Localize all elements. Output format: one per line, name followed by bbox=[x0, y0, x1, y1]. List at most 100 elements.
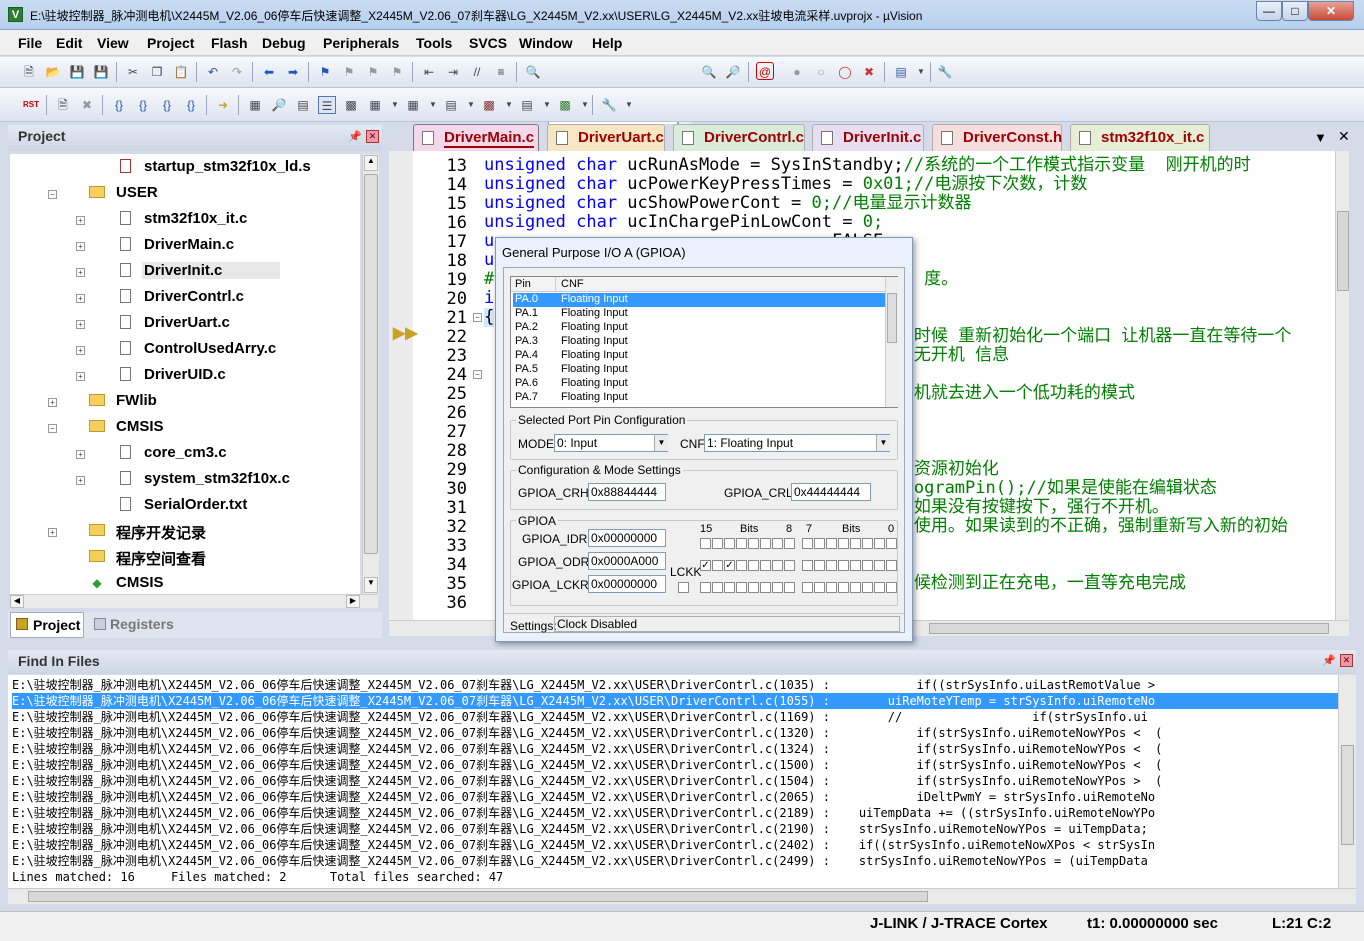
tree-item[interactable]: stm32f10x_it.c bbox=[144, 210, 247, 227]
analysis-dropdown-icon[interactable]: ▼ bbox=[500, 96, 518, 114]
step-over-icon[interactable]: {} bbox=[134, 96, 152, 114]
menu-help[interactable]: Help bbox=[592, 35, 622, 51]
tree-item[interactable]: ControlUsedArry.c bbox=[144, 340, 276, 357]
scroll-left-arrow[interactable]: ◀ bbox=[10, 595, 24, 608]
bit-checkbox[interactable] bbox=[736, 582, 747, 593]
trace-icon[interactable]: ▤ bbox=[518, 96, 536, 114]
bit-checkbox[interactable] bbox=[784, 582, 795, 593]
editor-vscrollbar[interactable] bbox=[1335, 151, 1349, 621]
crh-field[interactable]: 0x88844444 bbox=[588, 483, 666, 501]
project-hscrollbar[interactable]: ◀ ▶ bbox=[10, 594, 378, 608]
memory-icon[interactable]: ▦ bbox=[404, 96, 422, 114]
disassembly-icon[interactable]: 🔎 bbox=[270, 96, 288, 114]
editor-hscroll-thumb[interactable] bbox=[929, 623, 1329, 634]
project-tree-scrollbar[interactable]: ▲ ▼ bbox=[362, 154, 379, 596]
tree-expander-icon[interactable]: + bbox=[76, 242, 85, 251]
tree-item[interactable]: DriverUID.c bbox=[144, 366, 226, 383]
find-pin-icon[interactable]: 📌 bbox=[1322, 654, 1336, 667]
disable-all-breakpoints-icon[interactable]: ◯ bbox=[836, 63, 854, 81]
tree-item[interactable]: system_stm32f10x.c bbox=[144, 470, 290, 487]
watch-dropdown-icon[interactable]: ▼ bbox=[386, 96, 404, 114]
bit-checkbox[interactable] bbox=[736, 538, 747, 549]
pin-list-scrollbar[interactable] bbox=[885, 277, 898, 407]
menu-file[interactable]: File bbox=[18, 35, 42, 51]
menu-tools[interactable]: Tools bbox=[416, 35, 452, 51]
bit-checkbox[interactable]: ✓ bbox=[700, 560, 711, 571]
menu-window[interactable]: Window bbox=[519, 35, 573, 51]
bit-checkbox[interactable] bbox=[862, 582, 873, 593]
idr-field[interactable]: 0x00000000 bbox=[588, 529, 666, 547]
tree-expander-icon[interactable]: + bbox=[76, 320, 85, 329]
bit-checkbox[interactable]: ✓ bbox=[724, 560, 735, 571]
bit-checkbox[interactable] bbox=[886, 538, 897, 549]
pin-column-header[interactable]: Pin bbox=[515, 278, 531, 290]
memory-dropdown-icon[interactable]: ▼ bbox=[424, 96, 442, 114]
clear-bookmarks-icon[interactable]: ⚑ bbox=[388, 63, 406, 81]
find-result-row[interactable]: E:\驻坡控制器_脉冲测电机\X2445M_V2.06_06停车后快速调整_X2… bbox=[12, 709, 1338, 725]
registers-icon[interactable]: ☰ bbox=[318, 96, 336, 114]
bit-checkbox[interactable] bbox=[862, 538, 873, 549]
bit-checkbox[interactable] bbox=[850, 538, 861, 549]
step-out-icon[interactable]: {} bbox=[158, 96, 176, 114]
scroll-right-arrow[interactable]: ▶ bbox=[346, 595, 360, 608]
bit-checkbox[interactable] bbox=[886, 560, 897, 571]
pin-row[interactable]: PA.6 Floating Input bbox=[513, 377, 885, 391]
find-result-row[interactable]: E:\驻坡控制器_脉冲测电机\X2445M_V2.06_06停车后快速调整_X2… bbox=[12, 741, 1338, 757]
bit-checkbox[interactable] bbox=[712, 538, 723, 549]
stop-icon[interactable]: ✖ bbox=[78, 96, 96, 114]
bit-checkbox[interactable] bbox=[850, 582, 861, 593]
lckk-checkbox[interactable] bbox=[678, 582, 689, 593]
pin-row[interactable]: PA.2 Floating Input bbox=[513, 321, 885, 335]
bit-checkbox[interactable] bbox=[838, 560, 849, 571]
analysis-icon[interactable]: ▩ bbox=[480, 96, 498, 114]
bit-checkbox[interactable] bbox=[874, 582, 885, 593]
maximize-button[interactable]: □ bbox=[1282, 1, 1308, 21]
bit-checkbox[interactable] bbox=[748, 582, 759, 593]
find-result-row[interactable]: E:\驻坡控制器_脉冲测电机\X2445M_V2.06_06停车后快速调整_X2… bbox=[12, 725, 1338, 741]
toolbox-dropdown-icon[interactable]: ▼ bbox=[620, 96, 638, 114]
tree-expander-icon[interactable]: + bbox=[48, 398, 57, 407]
bit-checkbox[interactable] bbox=[826, 538, 837, 549]
cnf-select[interactable]: 1: Floating Input bbox=[704, 434, 890, 452]
close-tab-icon[interactable]: ✕ bbox=[1338, 128, 1350, 145]
layout-dropdown-icon[interactable]: ▼ bbox=[912, 63, 930, 81]
find-result-row[interactable]: E:\驻坡控制器_脉冲测电机\X2445M_V2.06_06停车后快速调整_X2… bbox=[12, 677, 1338, 693]
reset-icon[interactable]: RST bbox=[22, 96, 40, 114]
next-bookmark-icon[interactable]: ⚑ bbox=[364, 63, 382, 81]
bit-checkbox[interactable] bbox=[826, 560, 837, 571]
menu-edit[interactable]: Edit bbox=[56, 35, 82, 51]
step-in-icon[interactable]: {} bbox=[110, 96, 128, 114]
bit-checkbox[interactable] bbox=[760, 560, 771, 571]
bit-checkbox[interactable] bbox=[736, 560, 747, 571]
run-to-cursor-icon[interactable]: {} bbox=[182, 96, 200, 114]
tree-expander-icon[interactable]: + bbox=[48, 528, 57, 537]
find-hscroll-thumb[interactable] bbox=[28, 891, 928, 902]
scroll-up-arrow[interactable]: ▲ bbox=[364, 155, 378, 171]
bit-checkbox[interactable] bbox=[874, 538, 885, 549]
menu-view[interactable]: View bbox=[97, 35, 129, 51]
bit-checkbox[interactable] bbox=[772, 582, 783, 593]
unindent-icon[interactable]: ⇥ bbox=[444, 63, 462, 81]
configure-icon[interactable]: 🔧 bbox=[936, 63, 954, 81]
crl-field[interactable]: 0x44444444 bbox=[791, 483, 871, 501]
bit-checkbox[interactable] bbox=[748, 560, 759, 571]
save-all-icon[interactable]: 💾 bbox=[92, 63, 110, 81]
editor-tab[interactable]: DriverConst.h bbox=[932, 124, 1062, 151]
pin-row[interactable]: PA.0 Floating Input bbox=[513, 293, 885, 307]
mode-select[interactable]: 0: Input bbox=[554, 434, 668, 452]
menu-debug[interactable]: Debug bbox=[262, 35, 306, 51]
bookmark-icon[interactable]: ⚑ bbox=[316, 63, 334, 81]
menu-project[interactable]: Project bbox=[147, 35, 194, 51]
show-next-statement-icon[interactable]: ➜ bbox=[214, 96, 232, 114]
serial-icon[interactable]: ▤ bbox=[442, 96, 460, 114]
find-icon[interactable]: 🔍 bbox=[700, 63, 718, 81]
fold-icon[interactable]: − bbox=[473, 370, 482, 379]
tree-item[interactable]: FWlib bbox=[116, 392, 157, 409]
copy-icon[interactable]: ❐ bbox=[148, 63, 166, 81]
pin-list[interactable]: Pin CNF PA.0 Floating Input PA.1 Floating I… bbox=[510, 276, 898, 408]
navigate-forward-icon[interactable]: ➡ bbox=[284, 63, 302, 81]
editor-tab[interactable]: DriverInit.c bbox=[812, 124, 924, 151]
pin-list-scroll-thumb[interactable] bbox=[887, 293, 897, 343]
bit-checkbox[interactable] bbox=[724, 582, 735, 593]
incremental-find-icon[interactable]: 🔎 bbox=[724, 63, 742, 81]
